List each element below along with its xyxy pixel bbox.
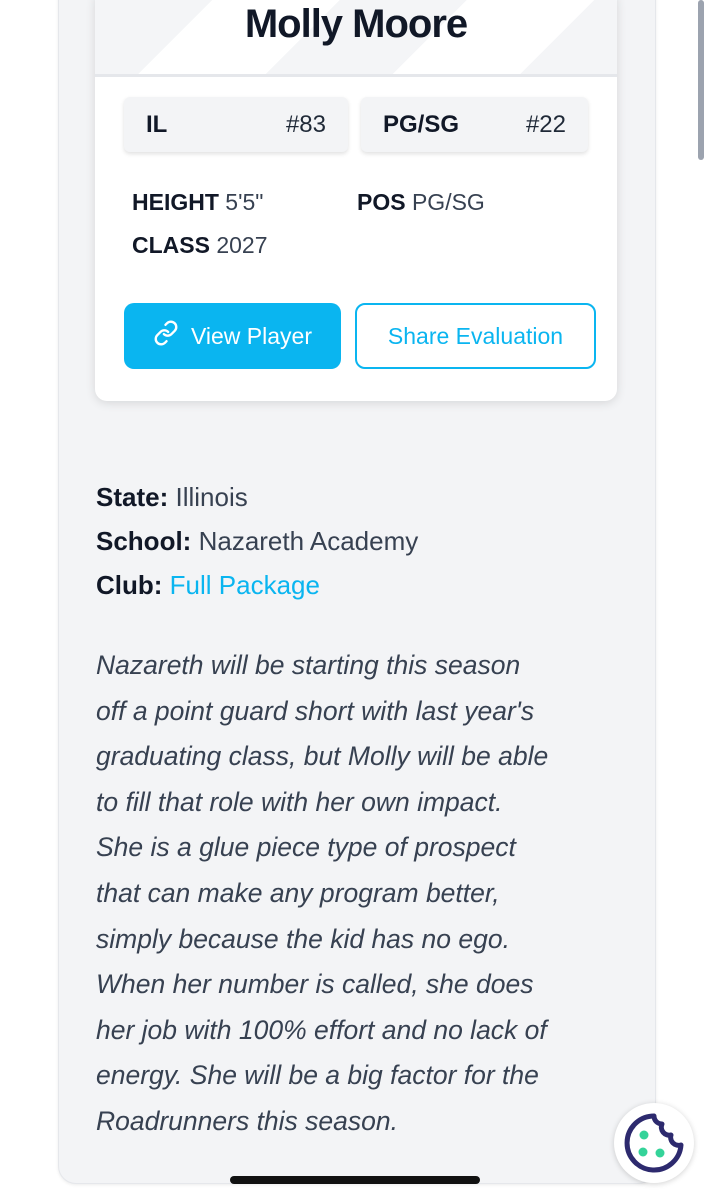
club-info: Club: Full Package xyxy=(96,570,320,601)
pos-stat: POS PG/SG xyxy=(357,189,485,216)
page: Molly Moore IL #83 PG/SG #22 HEIGHT 5'5"… xyxy=(0,0,712,1200)
evaluation-line: She is a glue piece type of prospect xyxy=(96,832,516,863)
cookie-icon xyxy=(624,1113,684,1173)
school-info-label: School: xyxy=(96,526,192,556)
position-code: PG/SG xyxy=(383,110,460,138)
player-name: Molly Moore xyxy=(244,2,468,46)
view-player-button[interactable]: View Player xyxy=(124,303,341,369)
evaluation-line: Roadrunners this season. xyxy=(96,1105,398,1136)
player-card: Molly Moore IL #83 PG/SG #22 HEIGHT 5'5"… xyxy=(95,0,617,401)
share-evaluation-button[interactable]: Share Evaluation xyxy=(355,303,596,369)
state-rank: #83 xyxy=(285,110,326,138)
home-indicator xyxy=(230,1176,480,1184)
evaluation-line: energy. She will be a big factor for the xyxy=(96,1060,539,1091)
cookie-settings-button[interactable] xyxy=(614,1103,694,1183)
evaluation-line: Nazareth will be starting this season xyxy=(96,650,521,680)
share-evaluation-label: Share Evaluation xyxy=(387,322,564,349)
club-link[interactable]: Full Package xyxy=(170,570,320,600)
pos-label: POS xyxy=(357,189,406,215)
card-header: Molly Moore xyxy=(95,0,617,77)
state-rank-chip: IL #83 xyxy=(124,97,348,152)
evaluation-line: that can make any program better, xyxy=(96,877,500,908)
school-info: School: Nazareth Academy xyxy=(96,526,418,557)
evaluation-line: simply because the kid has no ego. xyxy=(96,923,510,954)
club-info-label: Club: xyxy=(96,570,163,600)
height-stat: HEIGHT 5'5" xyxy=(132,189,263,216)
view-player-label: View Player xyxy=(190,322,313,349)
position-rank-chip: PG/SG #22 xyxy=(361,97,588,152)
evaluation-text: Nazareth will be starting this season of… xyxy=(96,643,636,1145)
state-info: State: Illinois xyxy=(96,482,248,513)
school-info-value: Nazareth Academy xyxy=(198,526,419,556)
state-code: IL xyxy=(146,110,168,138)
link-icon xyxy=(153,320,179,352)
evaluation-line: When her number is called, she does xyxy=(96,969,534,1000)
state-info-value: Illinois xyxy=(175,482,248,512)
evaluation-line: graduating class, but Molly will be able xyxy=(96,741,549,772)
pos-value: PG/SG xyxy=(411,189,485,215)
position-rank: #22 xyxy=(525,110,566,138)
state-info-label: State: xyxy=(96,482,169,512)
class-stat: CLASS 2027 xyxy=(132,232,268,259)
class-label: CLASS xyxy=(132,232,210,258)
evaluation-line: to fill that role with her own impact. xyxy=(96,786,503,817)
height-value: 5'5" xyxy=(225,189,264,215)
height-label: HEIGHT xyxy=(132,189,219,215)
scrollbar-thumb[interactable] xyxy=(698,0,704,160)
evaluation-line: her job with 100% effort and no lack of xyxy=(96,1014,547,1045)
class-value: 2027 xyxy=(216,232,268,258)
evaluation-line: off a point guard short with last year's xyxy=(96,695,535,726)
